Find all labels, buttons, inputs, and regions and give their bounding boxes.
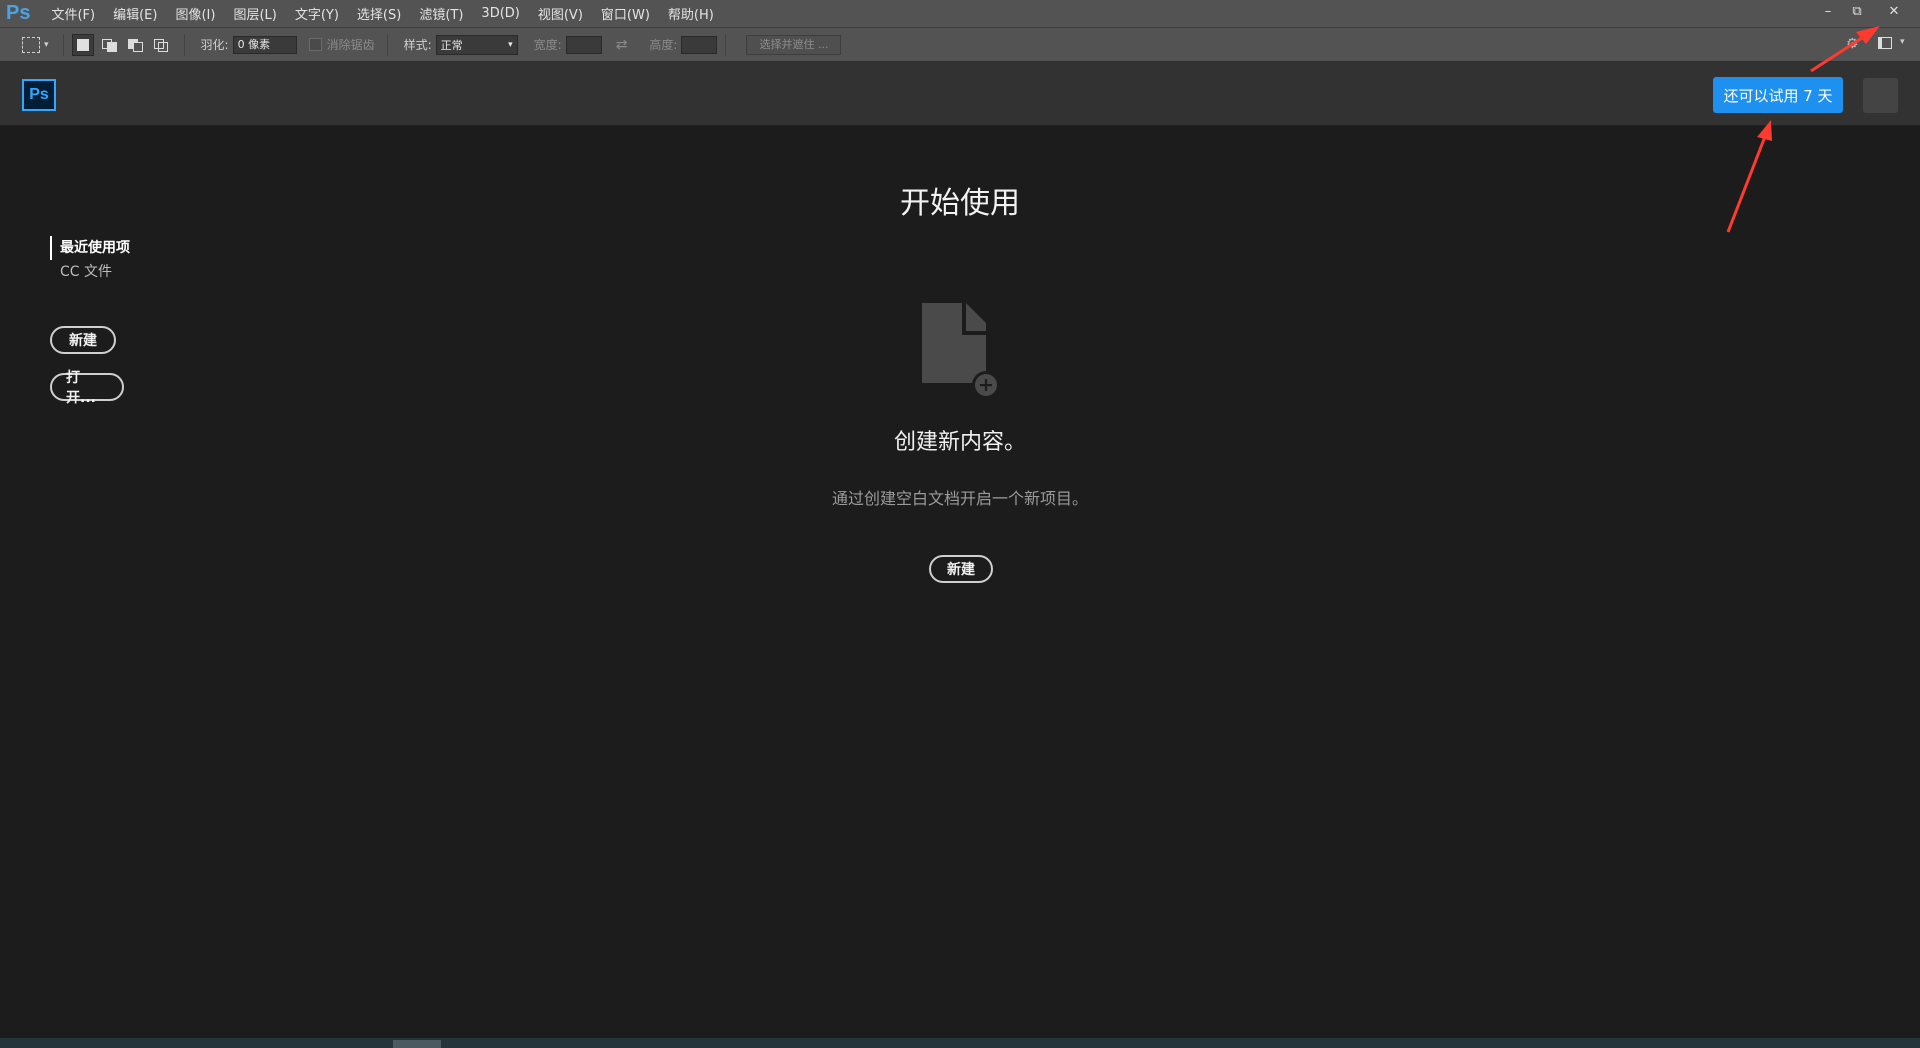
menu-bar: Ps 文件(F) 编辑(E) 图像(I) 图层(L) 文字(Y) 选择(S) 滤…	[0, 0, 1920, 28]
menu-file[interactable]: 文件(F)	[42, 4, 104, 23]
select-and-mask-button[interactable]: 选择并遮住 ...	[746, 34, 842, 55]
menu-help[interactable]: 帮助(H)	[659, 4, 723, 23]
menu-layer[interactable]: 图层(L)	[224, 4, 285, 23]
menu-type[interactable]: 文字(Y)	[286, 4, 348, 23]
options-bar: ▾ 羽化: 0 像素 消除锯齿 样式: 正常 ▾ 宽度: ⇄ 高度: 选择并遮住…	[0, 28, 1920, 62]
settings-icon[interactable]: ⚙	[1846, 36, 1859, 52]
swap-dimensions-icon[interactable]: ⇄	[616, 37, 628, 53]
intersect-selection-button[interactable]	[150, 34, 172, 56]
width-label: 宽度:	[533, 38, 562, 52]
start-sidebar: 最近使用项 CC 文件	[50, 236, 130, 284]
style-select-value: 正常	[440, 38, 463, 52]
menu-3d[interactable]: 3D(D)	[472, 6, 528, 21]
minimize-button[interactable]: –	[1812, 0, 1844, 22]
scrollbar-thumb[interactable]	[393, 1040, 441, 1048]
create-new-button[interactable]: 新建	[929, 555, 993, 583]
chevron-down-icon: ▾	[508, 39, 513, 50]
menu-window[interactable]: 窗口(W)	[592, 4, 659, 23]
height-input[interactable]	[681, 35, 718, 54]
menu-filter[interactable]: 滤镜(T)	[410, 4, 472, 23]
close-button[interactable]: ✕	[1878, 0, 1910, 22]
workspace-icon[interactable]	[1878, 37, 1892, 49]
avatar[interactable]	[1863, 78, 1898, 113]
create-content-description: 通过创建空白文档开启一个新项目。	[831, 489, 1088, 508]
style-select[interactable]: 正常 ▾	[435, 34, 518, 55]
antialias-label: 消除锯齿	[326, 38, 375, 52]
rectangular-marquee-icon[interactable]	[22, 36, 40, 53]
sidebar-item-recent[interactable]: 最近使用项	[50, 236, 130, 260]
divider	[183, 33, 185, 56]
menu-view[interactable]: 视图(V)	[529, 4, 592, 23]
height-label: 高度:	[649, 38, 678, 52]
chevron-down-icon[interactable]: ▾	[44, 40, 49, 50]
new-button[interactable]: 新建	[50, 326, 116, 354]
feather-label: 羽化:	[200, 38, 229, 52]
divider	[386, 33, 388, 56]
width-input[interactable]	[565, 35, 602, 54]
taskbar-strip	[0, 1038, 1920, 1048]
add-selection-button[interactable]	[98, 34, 120, 56]
new-selection-button[interactable]	[71, 33, 94, 56]
sidebar-item-cc-files[interactable]: CC 文件	[52, 260, 130, 284]
divider	[62, 33, 64, 56]
intersect-selection-icon	[153, 38, 168, 52]
add-selection-icon	[101, 38, 117, 52]
antialias-checkbox[interactable]	[308, 38, 322, 51]
subtract-selection-button[interactable]	[124, 34, 146, 56]
chevron-down-icon[interactable]: ▾	[1900, 37, 1905, 47]
new-selection-icon	[76, 38, 89, 51]
annotation-arrows	[1726, 26, 1880, 233]
menu-edit[interactable]: 编辑(E)	[104, 4, 166, 23]
menu-image[interactable]: 图像(I)	[166, 4, 224, 23]
photoshop-app-icon: Ps	[6, 2, 31, 24]
page-title: 开始使用	[900, 186, 1020, 221]
restore-button[interactable]: ⧉	[1841, 0, 1873, 22]
start-header: Ps 还可以试用 7 天	[0, 62, 1920, 126]
feather-input[interactable]: 0 像素	[232, 35, 297, 54]
menu-select[interactable]: 选择(S)	[348, 4, 410, 23]
style-label: 样式:	[403, 38, 432, 52]
divider	[725, 33, 727, 56]
new-document-icon	[922, 303, 1000, 399]
photoshop-logo: Ps	[22, 79, 56, 111]
subtract-selection-icon	[127, 38, 143, 52]
open-button[interactable]: 打开...	[50, 370, 124, 406]
trial-button[interactable]: 还可以试用 7 天	[1713, 77, 1843, 113]
create-content-heading: 创建新内容。	[893, 430, 1026, 455]
